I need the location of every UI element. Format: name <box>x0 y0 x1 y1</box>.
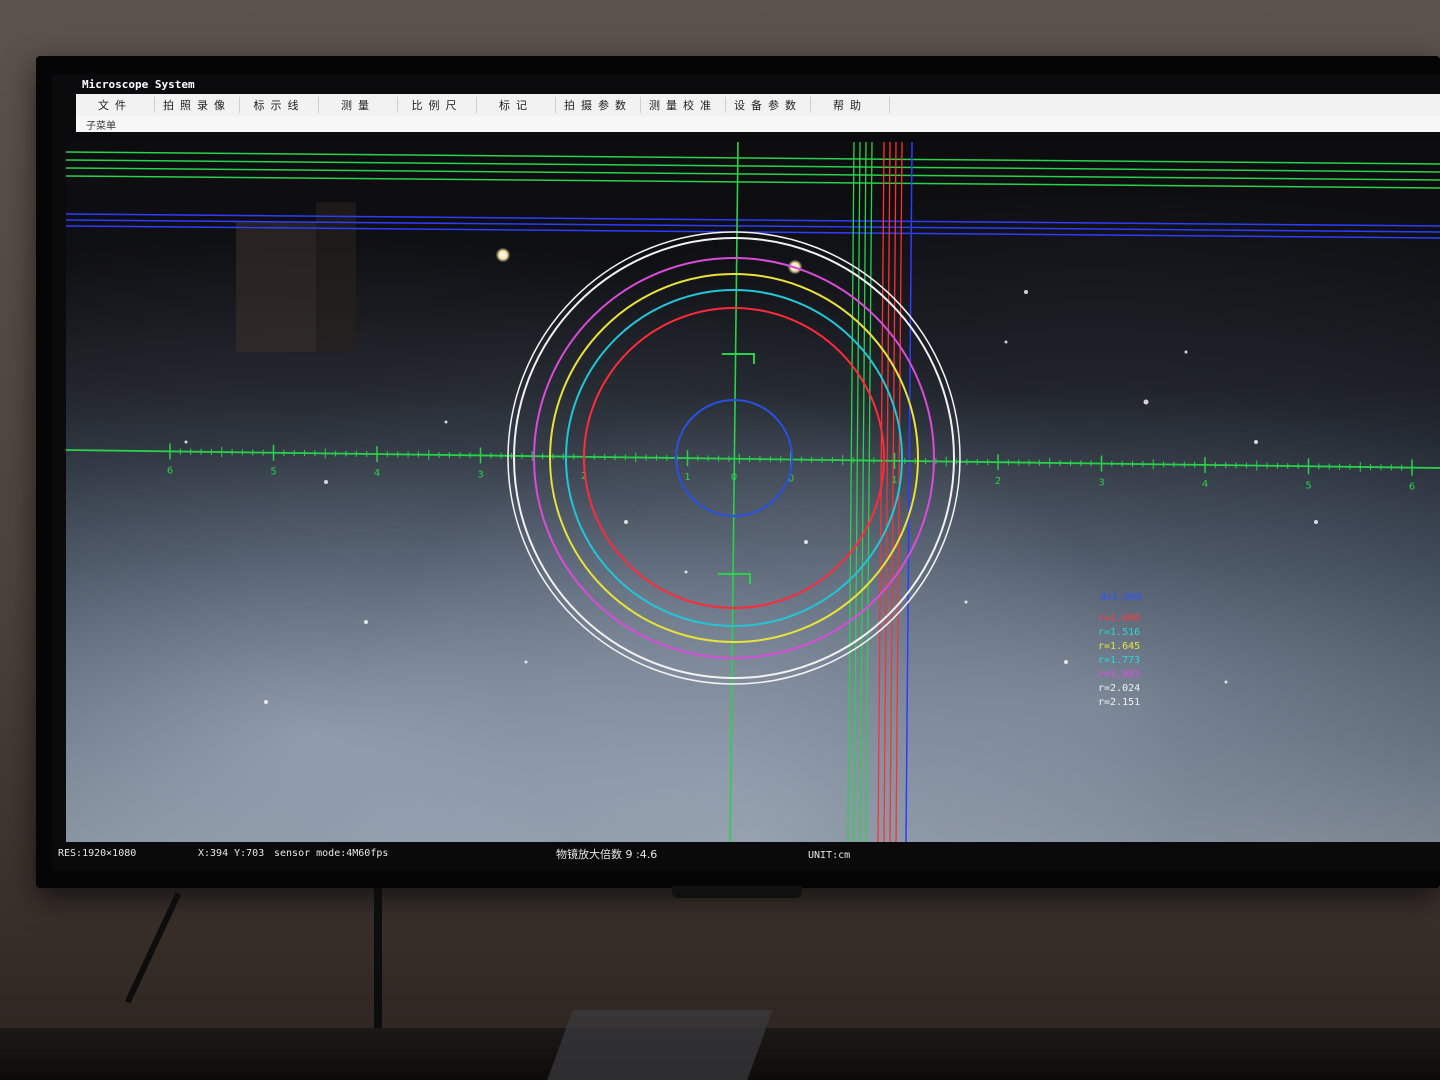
legend-label: r=1.516 <box>1098 627 1141 638</box>
axis-tick-label: 5 <box>1305 480 1311 491</box>
window-title: Microscope System <box>82 78 195 91</box>
status-magnification: 物镜放大倍数 9 :4.6 <box>556 848 658 861</box>
legend-entry: r=2.024 <box>1098 682 1140 696</box>
legend-entry: r=1.516 <box>1098 626 1140 640</box>
menu-measure-calibration[interactable]: 测量校准 <box>641 97 726 113</box>
menu-device-params[interactable]: 设备参数 <box>726 97 811 113</box>
status-resolution: RES:1920×1080 <box>58 848 137 859</box>
horizontal-guide-line <box>66 225 1440 239</box>
legend-entry: r=1.893 <box>1098 668 1140 682</box>
crosshair-vertical-axis <box>729 142 739 842</box>
tv-stand <box>672 886 802 898</box>
menu-capture-record[interactable]: 拍照录像 <box>155 97 240 113</box>
axis-tick-label: 3 <box>477 469 483 480</box>
legend-entry: r=1.645 <box>1098 640 1140 654</box>
top-blue-lines <box>66 213 1440 239</box>
axis-tick-label: 2 <box>995 476 1001 487</box>
axis-tick-label: 1 <box>684 472 690 483</box>
axis-tick-label: 4 <box>374 468 380 479</box>
menu-annotate[interactable]: 标记 <box>477 97 556 113</box>
scale-bracket-top <box>722 353 755 364</box>
axis-tick-label: 1 <box>891 475 897 486</box>
horizontal-guide-line <box>66 213 1440 227</box>
legend-entry: r=1.773 <box>1098 654 1140 668</box>
submenu-button[interactable]: 子菜单 <box>76 117 116 132</box>
menu-help[interactable]: 帮助 <box>811 97 890 113</box>
diameter-readout: d=1.000 <box>1100 592 1143 603</box>
crosshair-horizontal-axis <box>66 449 1440 469</box>
power-cable <box>374 888 382 1048</box>
menu-marker-lines[interactable]: 标示线 <box>240 97 319 113</box>
submenu-bar: 子菜单 <box>76 116 1440 132</box>
axis-tick-label: 3 <box>1098 478 1104 489</box>
status-sensor-mode: sensor mode:4M60fps <box>274 848 389 859</box>
axis-tick-label: 4 <box>1202 479 1208 490</box>
legend-label: r=1.000 <box>1098 613 1141 624</box>
menu-scale-bar[interactable]: 比例尺 <box>398 97 477 113</box>
camera-viewport[interactable]: 6543210123456 0 d=1.000 r=1.000 r=1.516 … <box>66 142 1440 842</box>
menu-file[interactable]: 文件 <box>76 97 155 113</box>
legend-entry: r=2.151 <box>1098 696 1140 710</box>
horizontal-guide-line <box>66 219 1440 233</box>
monitor-screen: Microscope System 文件 拍照录像 标示线 测量 比例尺 标记 … <box>52 74 1440 870</box>
top-green-lines <box>66 151 1440 189</box>
menu-capture-params[interactable]: 拍摄参数 <box>556 97 641 113</box>
legend-label: r=1.893 <box>1098 669 1141 680</box>
legend-entry: r=1.000 <box>1098 612 1140 626</box>
center-origin-label: 0 <box>731 472 737 483</box>
status-bar: RES:1920×1080 X:394 Y:703 sensor mode:4M… <box>52 842 1440 870</box>
phone-device <box>547 1010 773 1080</box>
axis-tick-label: 6 <box>1409 482 1415 493</box>
legend-label: r=2.024 <box>1098 683 1141 694</box>
axis-tick-label: 5 <box>270 467 276 478</box>
status-cursor-position: X:394 Y:703 <box>198 848 265 859</box>
menu-bar: 文件 拍照录像 标示线 测量 比例尺 标记 拍摄参数 测量校准 设备参数 帮助 <box>76 94 1440 117</box>
menu-measure[interactable]: 测量 <box>319 97 398 113</box>
legend-label: r=2.151 <box>1098 697 1141 708</box>
crosshair <box>66 142 1440 842</box>
scale-bracket-bottom <box>718 573 751 584</box>
radius-legend: r=1.000 r=1.516 r=1.645 r=1.773 r=1.893 … <box>1098 612 1140 710</box>
legend-label: r=1.645 <box>1098 641 1141 652</box>
axis-tick-label: 6 <box>167 465 173 476</box>
measurement-overlay: 6543210123456 0 <box>66 142 1440 842</box>
legend-label: r=1.773 <box>1098 655 1141 666</box>
status-unit: UNIT:cm <box>808 850 851 861</box>
